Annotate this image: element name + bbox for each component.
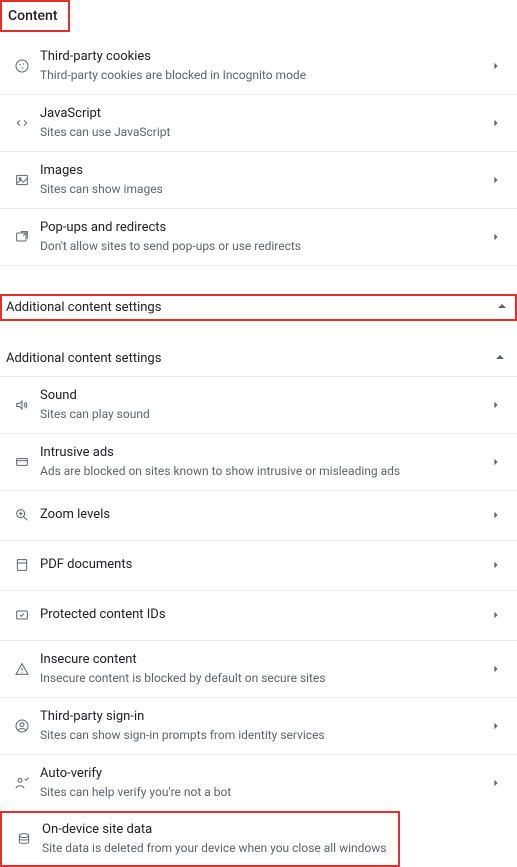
additional-content-label: Additional content settings	[6, 351, 161, 366]
popup-icon	[8, 229, 36, 245]
setting-subtitle: Site data is deleted from your device wh…	[42, 840, 386, 857]
setting-title: On-device site data	[42, 821, 386, 839]
zoom-icon	[8, 507, 36, 523]
setting-title: Pop-ups and redirects	[40, 219, 487, 237]
setting-subtitle: Sites can show images	[40, 181, 487, 198]
setting-title: Images	[40, 162, 487, 180]
image-icon	[8, 172, 36, 188]
setting-text: Protected content IDs	[36, 606, 487, 624]
setting-text: On-device site data Site data is deleted…	[38, 821, 386, 857]
chevron-right-icon	[487, 665, 505, 673]
cookie-icon	[8, 58, 36, 74]
chevron-right-icon	[487, 62, 505, 70]
setting-insecure-content[interactable]: Insecure content Insecure content is blo…	[0, 641, 517, 698]
setting-title: PDF documents	[40, 556, 487, 574]
chevron-right-icon	[487, 561, 505, 569]
chevron-right-icon	[487, 176, 505, 184]
auto-verify-icon	[8, 775, 36, 791]
chevron-up-icon	[497, 300, 507, 315]
setting-javascript[interactable]: JavaScript Sites can use JavaScript	[0, 95, 517, 152]
setting-subtitle: Sites can use JavaScript	[40, 124, 487, 141]
chevron-right-icon	[487, 401, 505, 409]
setting-sound[interactable]: Sound Sites can play sound	[0, 377, 517, 434]
setting-text: Insecure content Insecure content is blo…	[36, 651, 487, 687]
setting-subtitle: Sites can play sound	[40, 406, 487, 423]
chevron-right-icon	[487, 119, 505, 127]
chevron-right-icon	[487, 511, 505, 519]
setting-text: Sound Sites can play sound	[36, 387, 487, 423]
setting-text: Third-party cookies Third-party cookies …	[36, 48, 487, 84]
signin-icon	[8, 718, 36, 734]
pdf-icon	[8, 557, 36, 573]
setting-third-party-signin[interactable]: Third-party sign-in Sites can show sign-…	[0, 698, 517, 755]
code-icon	[8, 115, 36, 131]
setting-third-party-cookies[interactable]: Third-party cookies Third-party cookies …	[0, 38, 517, 95]
setting-title: Protected content IDs	[40, 606, 487, 624]
setting-text: Pop-ups and redirects Don't allow sites …	[36, 219, 487, 255]
setting-protected-content[interactable]: Protected content IDs	[0, 591, 517, 641]
setting-title: Insecure content	[40, 651, 487, 669]
setting-title: JavaScript	[40, 105, 487, 123]
protected-content-icon	[8, 607, 36, 623]
setting-subtitle: Insecure content is blocked by default o…	[40, 670, 487, 687]
setting-zoom-levels[interactable]: Zoom levels	[0, 491, 517, 541]
additional-content-settings-toggle[interactable]: Additional content settings	[2, 296, 515, 319]
chevron-right-icon	[487, 611, 505, 619]
setting-auto-verify[interactable]: Auto-verify Sites can help verify you're…	[0, 755, 517, 811]
setting-title: Intrusive ads	[40, 444, 487, 462]
additional-content-label: Additional content settings	[6, 300, 161, 315]
chevron-right-icon	[487, 233, 505, 241]
setting-subtitle: Ads are blocked on sites known to show i…	[40, 463, 487, 480]
setting-title: Auto-verify	[40, 765, 487, 783]
setting-text: Third-party sign-in Sites can show sign-…	[36, 708, 487, 744]
setting-images[interactable]: Images Sites can show images	[0, 152, 517, 209]
chevron-right-icon	[487, 779, 505, 787]
setting-title: Sound	[40, 387, 487, 405]
sound-icon	[8, 397, 36, 413]
setting-on-device-site-data[interactable]: On-device site data Site data is deleted…	[2, 813, 398, 865]
setting-subtitle: Third-party cookies are blocked in Incog…	[40, 67, 487, 84]
setting-intrusive-ads[interactable]: Intrusive ads Ads are blocked on sites k…	[0, 434, 517, 491]
setting-popups-redirects[interactable]: Pop-ups and redirects Don't allow sites …	[0, 209, 517, 266]
content-section-header: Content	[2, 2, 68, 30]
setting-title: Third-party sign-in	[40, 708, 487, 726]
setting-subtitle: Don't allow sites to send pop-ups or use…	[40, 238, 487, 255]
setting-pdf-documents[interactable]: PDF documents	[0, 541, 517, 591]
setting-title: Third-party cookies	[40, 48, 487, 66]
setting-title: Zoom levels	[40, 506, 487, 524]
storage-icon	[10, 831, 38, 847]
setting-subtitle: Sites can help verify you're not a bot	[40, 784, 487, 801]
chevron-right-icon	[487, 722, 505, 730]
setting-text: Intrusive ads Ads are blocked on sites k…	[36, 444, 487, 480]
setting-text: PDF documents	[36, 556, 487, 574]
ads-icon	[8, 454, 36, 470]
setting-text: JavaScript Sites can use JavaScript	[36, 105, 487, 141]
setting-text: Zoom levels	[36, 506, 487, 524]
additional-content-settings-toggle-2[interactable]: Additional content settings	[0, 341, 517, 377]
warning-icon	[8, 661, 36, 677]
setting-text: Auto-verify Sites can help verify you're…	[36, 765, 487, 801]
setting-subtitle: Sites can show sign-in prompts from iden…	[40, 727, 487, 744]
chevron-right-icon	[487, 458, 505, 466]
chevron-up-icon	[495, 351, 505, 366]
setting-text: Images Sites can show images	[36, 162, 487, 198]
